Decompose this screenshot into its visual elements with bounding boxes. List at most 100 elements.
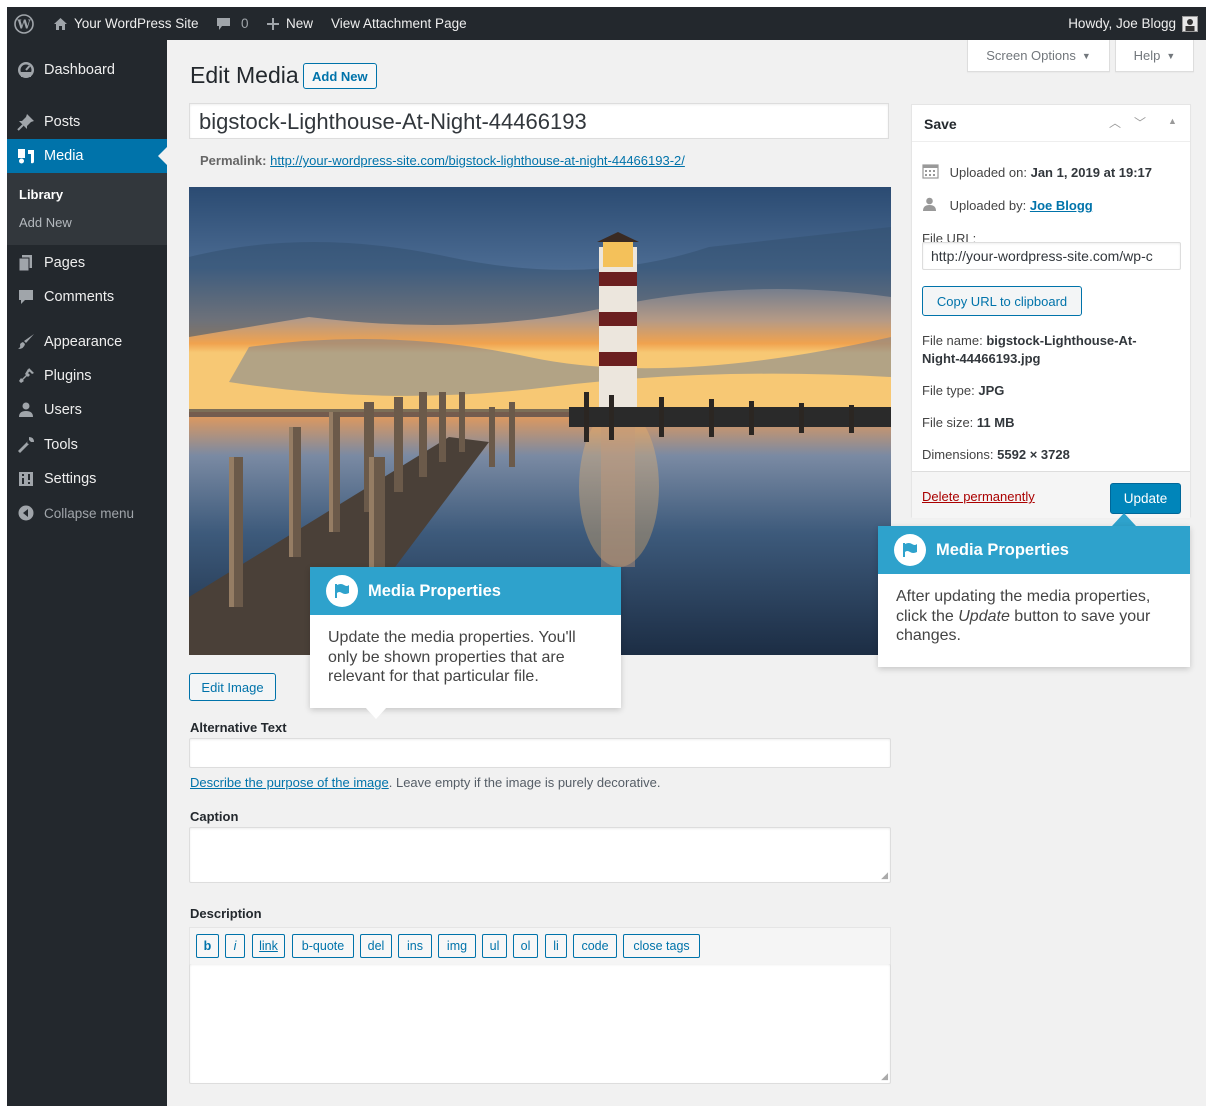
callout-line: relevant for that particular file.	[328, 668, 539, 685]
comment-icon	[16, 287, 36, 307]
sidebar-item-media[interactable]: Media	[7, 139, 167, 173]
file-name-value-2: Night-44466193.jpg	[922, 351, 1041, 366]
sidebar-item-users[interactable]: Users	[7, 393, 167, 427]
media-submenu: Library Add New	[7, 173, 167, 245]
uploaded-on-row: Uploaded on: Jan 1, 2019 at 19:17	[922, 163, 1152, 182]
sidebar-item-pages[interactable]: Pages	[7, 246, 167, 280]
alt-help-link[interactable]: Describe the purpose of the image	[190, 775, 389, 790]
callout-line: After updating the media properties,	[896, 588, 1151, 605]
new-content-link[interactable]: New	[266, 7, 313, 40]
sidebar-label: Settings	[44, 471, 97, 487]
collapse-menu-button[interactable]: Collapse menu	[7, 496, 167, 530]
uploaded-on-label: Uploaded on:	[949, 165, 1027, 180]
sidebar-label: Users	[44, 402, 82, 418]
submenu-add-new[interactable]: Add New	[19, 215, 72, 230]
permalink-label: Permalink:	[200, 153, 267, 168]
uploaded-by-label: Uploaded by:	[949, 198, 1027, 213]
sidebar-item-tools[interactable]: Tools	[7, 428, 167, 462]
user-icon	[922, 197, 937, 215]
resize-handle-icon[interactable]: ◢	[881, 870, 888, 881]
alt-text-label: Alternative Text	[190, 720, 287, 735]
brush-icon	[16, 332, 36, 352]
alt-text-input[interactable]	[189, 738, 891, 768]
wp-admin-frame: W Your WordPress Site 0 New View Attachm…	[7, 7, 1206, 1106]
qt-code-button[interactable]: code	[573, 934, 617, 958]
flag-icon	[894, 534, 926, 566]
qt-bold-button[interactable]: b	[196, 934, 219, 958]
site-name-link[interactable]: Your WordPress Site	[53, 7, 199, 40]
howdy-label: Howdy, Joe Blogg	[1068, 16, 1176, 31]
qt-li-button[interactable]: li	[545, 934, 567, 958]
collapse-label: Collapse menu	[44, 505, 135, 521]
move-down-icon[interactable]: ﹀	[1134, 114, 1146, 131]
media-title-input[interactable]: bigstock-Lighthouse-At-Night-44466193	[189, 103, 889, 139]
help-tab[interactable]: Help ▼	[1115, 40, 1194, 72]
callout-body: Update the media properties. You'll only…	[328, 628, 576, 687]
sidebar-label: Pages	[44, 255, 86, 271]
comments-link[interactable]: 0	[216, 7, 249, 40]
screen-options-tab[interactable]: Screen Options ▼	[967, 40, 1110, 72]
save-box-title: Save	[924, 116, 957, 132]
comments-count: 0	[241, 16, 249, 31]
pushpin-icon	[16, 112, 36, 132]
permalink-url[interactable]: http://your-wordpress-site.com/bigstock-…	[270, 153, 685, 168]
file-name-label: File name:	[922, 333, 983, 348]
qt-del-button[interactable]: del	[360, 934, 392, 958]
sidebar-item-posts[interactable]: Posts	[7, 105, 167, 139]
file-size-value: 11 MB	[976, 415, 1015, 430]
caption-textarea[interactable]: ◢	[189, 827, 891, 883]
qt-bquote-button[interactable]: b-quote	[292, 934, 354, 958]
users-icon	[16, 400, 36, 420]
qt-link-button[interactable]: link	[252, 934, 285, 958]
callout-line: Update the media properties. You'll	[328, 629, 576, 646]
sidebar-item-settings[interactable]: Settings	[7, 462, 167, 496]
collapse-icon	[16, 503, 36, 523]
sidebar-item-appearance[interactable]: Appearance	[7, 325, 167, 359]
save-box-header: Save ︿ ﹀ ▲	[912, 105, 1190, 142]
uploaded-by-link[interactable]: Joe Blogg	[1030, 198, 1093, 213]
sidebar-label: Tools	[44, 437, 78, 453]
toggle-panel-icon[interactable]: ▲	[1168, 116, 1177, 126]
callout-header: Media Properties	[878, 526, 1190, 574]
file-url-input[interactable]: http://your-wordpress-site.com/wp-c	[922, 242, 1181, 270]
my-account-link[interactable]: Howdy, Joe Blogg	[1068, 7, 1198, 40]
current-menu-arrow	[158, 147, 167, 165]
file-size-row: File size: 11 MB	[922, 415, 1015, 430]
qt-ul-button[interactable]: ul	[482, 934, 507, 958]
callout-emphasis: Update	[958, 607, 1010, 625]
qt-ol-button[interactable]: ol	[513, 934, 538, 958]
add-new-button[interactable]: Add New	[303, 63, 377, 89]
new-label: New	[286, 16, 314, 31]
edit-image-button[interactable]: Edit Image	[189, 673, 276, 701]
admin-bar: W Your WordPress Site 0 New View Attachm…	[7, 7, 1206, 40]
wrench-icon	[16, 435, 36, 455]
update-button[interactable]: Update	[1110, 483, 1181, 514]
dimensions-value: 5592 × 3728	[997, 447, 1070, 462]
caption-label: Caption	[190, 809, 239, 824]
caret-down-icon: ▼	[1166, 50, 1176, 61]
file-name-value-1: bigstock-Lighthouse-At-	[986, 333, 1137, 348]
alt-help-text: . Leave empty if the image is purely dec…	[388, 775, 661, 790]
sidebar-item-dashboard[interactable]: Dashboard	[7, 53, 167, 87]
sidebar-item-plugins[interactable]: Plugins	[7, 359, 167, 393]
resize-handle-icon[interactable]: ◢	[881, 1071, 888, 1082]
sidebar-item-comments[interactable]: Comments	[7, 280, 167, 314]
submenu-library[interactable]: Library	[19, 187, 63, 202]
view-label: View Attachment Page	[331, 16, 467, 31]
qt-img-button[interactable]: img	[438, 934, 476, 958]
qt-italic-button[interactable]: i	[225, 934, 245, 958]
view-attachment-link[interactable]: View Attachment Page	[331, 7, 467, 40]
qt-close-tags-button[interactable]: close tags	[623, 934, 700, 958]
plus-icon	[266, 17, 280, 31]
comment-icon	[216, 17, 231, 31]
copy-url-button[interactable]: Copy URL to clipboard	[922, 286, 1082, 316]
description-textarea[interactable]: ◢	[189, 964, 891, 1084]
avatar	[1182, 15, 1198, 32]
permalink: Permalink: http://your-wordpress-site.co…	[200, 153, 685, 168]
delete-permanently-link[interactable]: Delete permanently	[922, 489, 1035, 504]
quicktags-toolbar: b i link b-quote del ins img ul ol li co…	[189, 927, 891, 965]
wordpress-logo-icon[interactable]: W	[14, 7, 34, 40]
media-icon	[16, 146, 36, 166]
qt-ins-button[interactable]: ins	[398, 934, 432, 958]
move-up-icon[interactable]: ︿	[1109, 114, 1121, 131]
